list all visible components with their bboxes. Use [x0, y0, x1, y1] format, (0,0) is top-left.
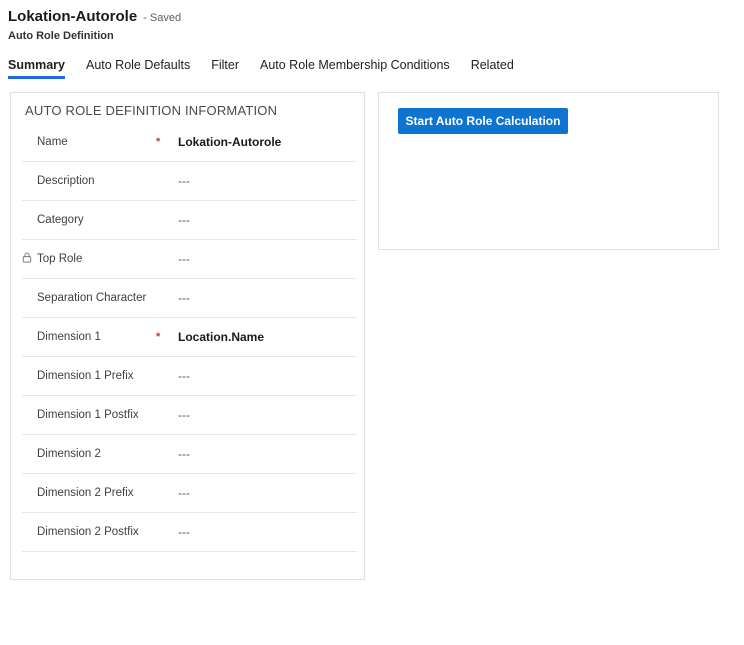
section-title: AUTO ROLE DEFINITION INFORMATION	[25, 103, 357, 118]
field-row-dimension-1-postfix: Dimension 1 Postfix ---	[22, 396, 357, 435]
entity-subtitle: Auto Role Definition	[8, 30, 744, 42]
field-row-dimension-1: Dimension 1*Location.Name	[22, 318, 357, 357]
field-value-dimension-1-prefix[interactable]: ---	[178, 369, 357, 383]
content-area: AUTO ROLE DEFINITION INFORMATION Name*Lo…	[10, 92, 744, 580]
required-asterisk: *	[156, 331, 178, 343]
lock-icon	[22, 250, 32, 268]
field-row-dimension-2-postfix: Dimension 2 Postfix ---	[22, 513, 357, 552]
field-value-dimension-2-postfix[interactable]: ---	[178, 525, 357, 539]
field-label: Dimension 2 Prefix	[37, 487, 156, 499]
record-header: Lokation-Autorole - Saved	[8, 8, 744, 25]
field-value-category[interactable]: ---	[178, 213, 357, 227]
field-label: Dimension 2	[37, 448, 156, 460]
field-label: Dimension 1 Postfix	[37, 409, 156, 421]
field-value-name[interactable]: Lokation-Autorole	[178, 135, 357, 149]
field-row-top-role: Top Role ---	[22, 240, 357, 279]
tab-auto-role-membership-conditions[interactable]: Auto Role Membership Conditions	[260, 58, 450, 79]
field-lock-cell	[22, 250, 37, 268]
field-label: Dimension 2 Postfix	[37, 526, 156, 538]
page: Lokation-Autorole - Saved Auto Role Defi…	[0, 0, 744, 580]
field-value-description[interactable]: ---	[178, 174, 357, 188]
field-label: Name	[37, 136, 156, 148]
field-row-dimension-2: Dimension 2 ---	[22, 435, 357, 474]
field-label: Top Role	[37, 253, 156, 265]
tab-bar: Summary Auto Role Defaults Filter Auto Role…	[8, 58, 744, 79]
tab-related[interactable]: Related	[471, 58, 514, 79]
field-row-dimension-2-prefix: Dimension 2 Prefix ---	[22, 474, 357, 513]
field-value-dimension-1-postfix[interactable]: ---	[178, 408, 357, 422]
field-value-top-role[interactable]: ---	[178, 252, 357, 266]
field-label: Category	[37, 214, 156, 226]
field-label: Dimension 1	[37, 331, 156, 343]
field-row-separation-character: Separation Character ---	[22, 279, 357, 318]
field-value-separation-character[interactable]: ---	[178, 291, 357, 305]
field-row-category: Category ---	[22, 201, 357, 240]
field-row-name: Name*Lokation-Autorole	[22, 123, 357, 162]
field-label: Description	[37, 175, 156, 187]
save-status: - Saved	[143, 12, 181, 24]
field-list: Name*Lokation-AutoroleDescription---Cate…	[22, 123, 357, 552]
tab-summary[interactable]: Summary	[8, 58, 65, 79]
field-label: Separation Character	[37, 292, 156, 304]
definition-info-panel: AUTO ROLE DEFINITION INFORMATION Name*Lo…	[10, 92, 365, 580]
tab-filter[interactable]: Filter	[211, 58, 239, 79]
field-value-dimension-2[interactable]: ---	[178, 447, 357, 461]
start-auto-role-calculation-button[interactable]: Start Auto Role Calculation	[398, 108, 568, 134]
field-value-dimension-1[interactable]: Location.Name	[178, 330, 357, 344]
field-label: Dimension 1 Prefix	[37, 370, 156, 382]
record-title: Lokation-Autorole	[8, 8, 137, 25]
action-panel: Start Auto Role Calculation	[378, 92, 719, 250]
field-row-description: Description ---	[22, 162, 357, 201]
field-value-dimension-2-prefix[interactable]: ---	[178, 486, 357, 500]
required-asterisk: *	[156, 136, 178, 148]
field-row-dimension-1-prefix: Dimension 1 Prefix ---	[22, 357, 357, 396]
tab-auto-role-defaults[interactable]: Auto Role Defaults	[86, 58, 190, 79]
